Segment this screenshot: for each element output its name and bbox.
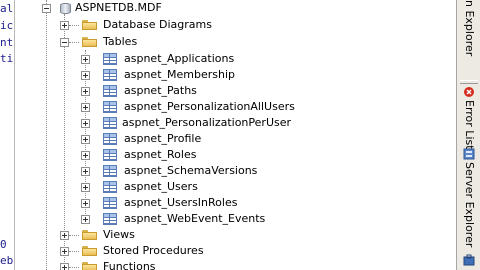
tree-node-label: Views — [103, 228, 135, 241]
expand-icon[interactable] — [81, 215, 90, 224]
table-icon — [103, 149, 117, 161]
table-name: aspnet_Applications — [124, 52, 235, 65]
table-icon — [103, 69, 117, 81]
tree-node-views[interactable]: Views — [15, 227, 415, 243]
expand-icon[interactable] — [81, 119, 90, 128]
table-node[interactable]: aspnet_Users — [15, 179, 415, 195]
code-line: eb — [0, 254, 14, 267]
table-node[interactable]: aspnet_Paths — [15, 83, 415, 99]
table-name: aspnet_Roles — [124, 148, 197, 161]
tree-node-label: Database Diagrams — [103, 18, 212, 31]
table-name: aspnet_PersonalizationAllUsers — [124, 100, 295, 113]
table-icon — [103, 165, 117, 177]
table-node[interactable]: aspnet_Applications — [15, 51, 415, 67]
expand-icon[interactable] — [81, 167, 90, 176]
table-name: aspnet_Profile — [124, 132, 202, 145]
table-node[interactable]: aspnet_PersonalizationPerUser — [15, 115, 415, 131]
tab-server-explorer[interactable]: Server Explorer — [459, 146, 479, 248]
database-explorer-tree[interactable]: ASPNETDB.MDF Database Diagrams Tables as… — [15, 0, 455, 270]
tab-label: Server Explorer — [463, 162, 476, 248]
table-icon — [103, 117, 117, 129]
server-explorer-icon — [463, 148, 475, 160]
folder-open-icon — [82, 37, 97, 47]
table-icon — [103, 101, 117, 113]
tree-node-label: Functions — [103, 260, 156, 270]
folder-icon — [82, 262, 97, 270]
expand-icon[interactable] — [60, 21, 69, 30]
table-icon — [103, 213, 117, 225]
table-icon — [103, 85, 117, 97]
expand-icon[interactable] — [60, 263, 69, 270]
collapse-icon[interactable] — [42, 4, 51, 13]
code-line: ti — [0, 52, 14, 65]
code-line: al — [0, 2, 14, 15]
tree-node-tables[interactable]: Tables — [15, 34, 415, 50]
tab-solution-explorer[interactable]: n Explorer — [459, 0, 479, 64]
tab-label: Error List — [463, 100, 476, 150]
table-node[interactable]: aspnet_Profile — [15, 131, 415, 147]
expand-icon[interactable] — [81, 71, 90, 80]
tree-node-database-diagrams[interactable]: Database Diagrams — [15, 17, 415, 33]
table-node[interactable]: aspnet_WebEvent_Events — [15, 211, 415, 227]
folder-icon — [82, 230, 97, 240]
tree-node-database[interactable]: ASPNETDB.MDF — [15, 0, 415, 16]
table-name: aspnet_Users — [124, 180, 198, 193]
table-name: aspnet_Paths — [124, 84, 197, 97]
table-icon — [103, 197, 117, 209]
expand-icon[interactable] — [81, 55, 90, 64]
code-line: ic — [0, 19, 14, 32]
tree-node-stored-procedures[interactable]: Stored Procedures — [15, 243, 415, 259]
table-node[interactable]: aspnet_Roles — [15, 147, 415, 163]
tree-node-functions[interactable]: Functions — [15, 259, 415, 270]
expand-icon[interactable] — [60, 247, 69, 256]
error-list-icon — [463, 86, 475, 98]
folder-icon — [82, 246, 97, 256]
code-line: 0 — [0, 238, 7, 251]
expand-icon[interactable] — [81, 87, 90, 96]
code-editor-edge: al ic nt ti 0 eb — [0, 0, 14, 270]
table-node[interactable]: aspnet_SchemaVersions — [15, 163, 415, 179]
table-name: aspnet_UsersInRoles — [124, 196, 238, 209]
folder-icon — [82, 20, 97, 30]
table-name: aspnet_Membership — [124, 68, 235, 81]
collapse-icon[interactable] — [60, 38, 69, 47]
table-name: aspnet_PersonalizationPerUser — [122, 116, 292, 129]
expand-icon[interactable] — [60, 231, 69, 240]
tab-toolbox[interactable] — [459, 252, 479, 270]
tree-node-label: Stored Procedures — [103, 244, 204, 257]
expand-icon[interactable] — [81, 183, 90, 192]
tab-error-list[interactable]: Error List — [459, 84, 479, 150]
database-icon — [59, 1, 72, 15]
tree-node-label: ASPNETDB.MDF — [75, 1, 162, 14]
table-icon — [103, 181, 117, 193]
table-name: aspnet_WebEvent_Events — [124, 212, 266, 225]
tree-node-label: Tables — [103, 35, 138, 48]
table-node[interactable]: aspnet_PersonalizationAllUsers — [15, 99, 415, 115]
toolbox-icon — [463, 254, 475, 266]
expand-icon[interactable] — [81, 199, 90, 208]
expand-icon[interactable] — [81, 103, 90, 112]
tool-window-tab-strip: n Explorer Error List Server Explorer — [456, 0, 480, 270]
table-icon — [103, 53, 117, 65]
code-line: nt — [0, 36, 14, 49]
table-icon — [103, 133, 117, 145]
tab-label: n Explorer — [463, 0, 476, 57]
expand-icon[interactable] — [81, 135, 90, 144]
table-node[interactable]: aspnet_UsersInRoles — [15, 195, 415, 211]
table-name: aspnet_SchemaVersions — [124, 164, 258, 177]
expand-icon[interactable] — [81, 151, 90, 160]
table-node[interactable]: aspnet_Membership — [15, 67, 415, 83]
